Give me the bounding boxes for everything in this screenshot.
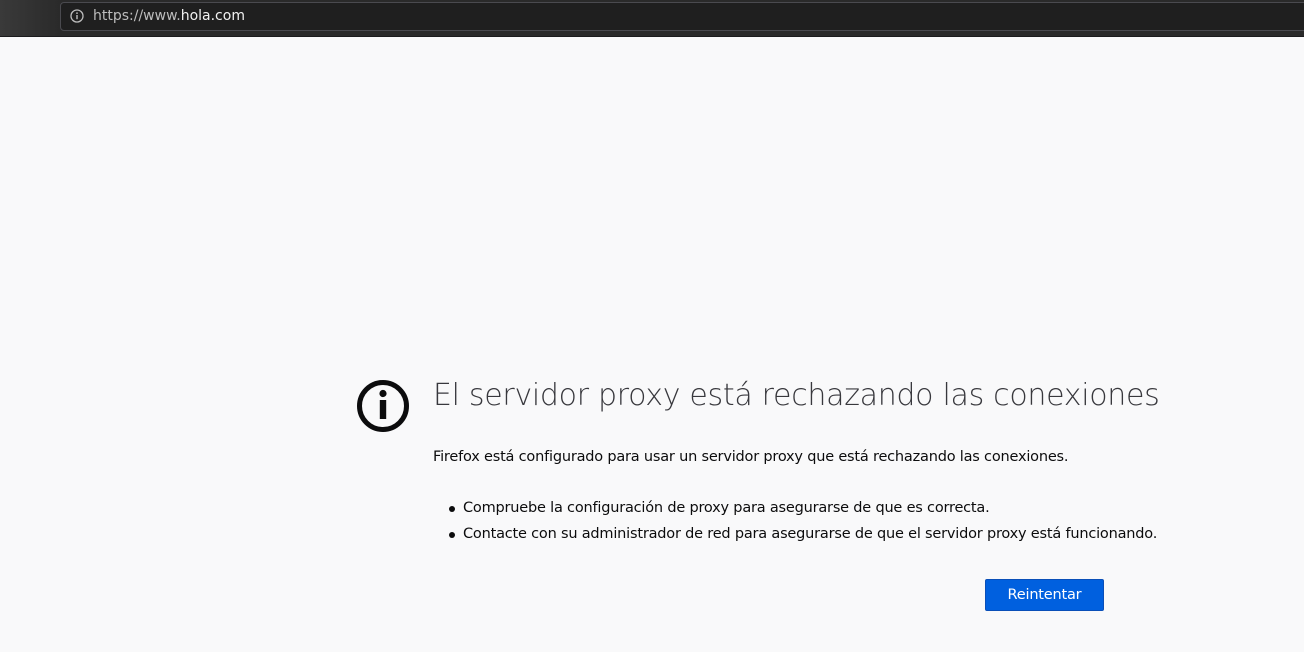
retry-button[interactable]: Reintentar (985, 579, 1104, 611)
url-text[interactable]: https://www.hola.com (93, 8, 245, 24)
browser-toolbar: https://www.hola.com (0, 0, 1304, 37)
bullet-icon (449, 532, 455, 538)
list-item: Contacte con su administrador de red par… (445, 522, 1157, 548)
page-title: El servidor proxy está rechazando las co… (433, 378, 1160, 413)
bullet-icon (449, 506, 455, 512)
tip-text: Compruebe la configuración de proxy para… (463, 500, 990, 516)
url-prefix: https://www. (93, 8, 181, 24)
info-icon[interactable] (70, 9, 84, 23)
tips-list: Compruebe la configuración de proxy para… (445, 496, 1157, 548)
tip-text: Contacte con su administrador de red par… (463, 526, 1158, 542)
error-description: Firefox está configurado para usar un se… (433, 449, 1069, 465)
url-bar[interactable]: https://www.hola.com (60, 2, 1304, 31)
url-host: hola.com (180, 8, 245, 24)
info-circle-icon (357, 380, 409, 432)
list-item: Compruebe la configuración de proxy para… (445, 496, 1157, 522)
error-page: El servidor proxy está rechazando las co… (0, 37, 1304, 652)
